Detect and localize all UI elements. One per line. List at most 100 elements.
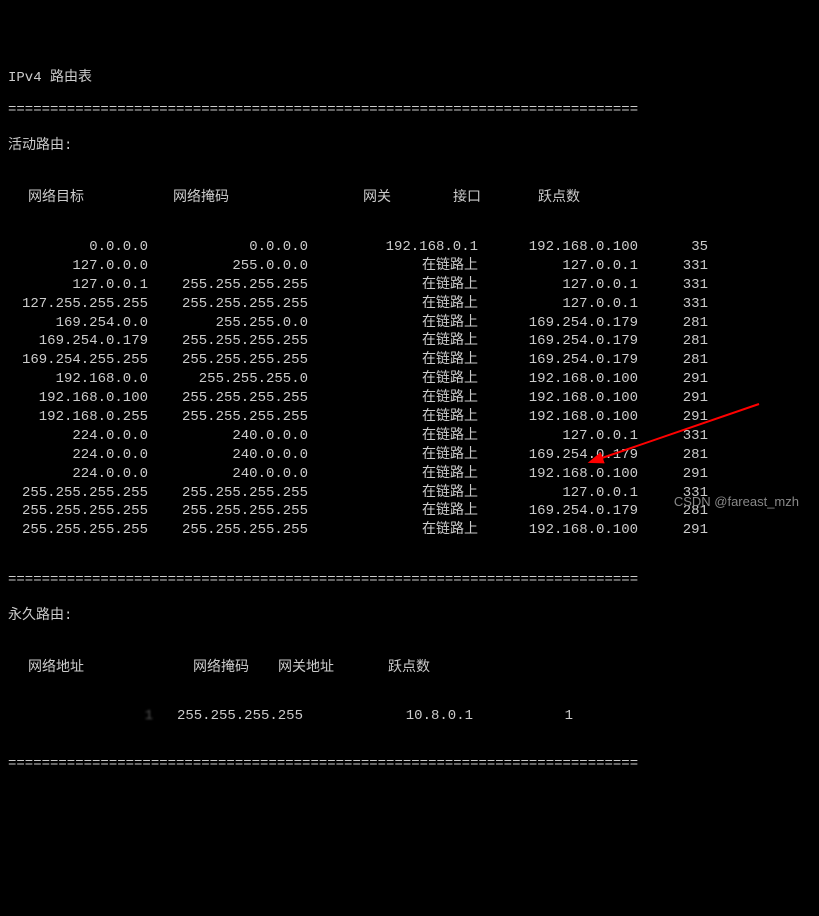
cell-gateway: 在链路上 — [308, 408, 478, 427]
cell-metric: 291 — [638, 370, 708, 389]
cell-gateway: 10.8.0.1 — [303, 708, 473, 724]
cell-interface: 127.0.0.1 — [478, 427, 638, 446]
cell-metric: 1 — [473, 708, 573, 724]
permanent-routes-label: 永久路由: — [8, 604, 811, 624]
cell-mask: 255.255.255.255 — [148, 351, 308, 370]
table-row: 255.255.255.255255.255.255.255在链路上192.16… — [8, 521, 811, 540]
table-row: 1255.255.255.25510.8.0.11 — [8, 708, 811, 724]
cell-dest: 192.168.0.100 — [8, 389, 148, 408]
cell-metric: 291 — [638, 465, 708, 484]
divider: ========================================… — [8, 572, 811, 588]
divider: ========================================… — [8, 102, 811, 118]
cell-metric: 331 — [638, 276, 708, 295]
cell-interface: 192.168.0.100 — [478, 521, 638, 540]
cell-metric: 331 — [638, 427, 708, 446]
cell-mask: 255.255.255.0 — [148, 370, 308, 389]
cell-dest: 169.254.0.0 — [8, 314, 148, 333]
cell-metric: 281 — [638, 446, 708, 465]
cell-dest: 224.0.0.0 — [8, 427, 148, 446]
permanent-routes-body: 1255.255.255.25510.8.0.11 — [8, 708, 811, 724]
cell-metric: 331 — [638, 257, 708, 276]
cell-dest: 192.168.0.255 — [8, 408, 148, 427]
cell-interface: 127.0.0.1 — [478, 276, 638, 295]
cell-mask: 240.0.0.0 — [148, 446, 308, 465]
cell-mask: 240.0.0.0 — [148, 465, 308, 484]
table-row: 127.255.255.255255.255.255.255在链路上127.0.… — [8, 295, 811, 314]
perm-header-gateway: 网关地址 — [278, 656, 378, 676]
cell-gateway: 在链路上 — [308, 276, 478, 295]
cell-gateway: 在链路上 — [308, 427, 478, 446]
cell-interface: 127.0.0.1 — [478, 257, 638, 276]
header-gateway: 网关 — [288, 186, 438, 206]
table-row: 169.254.0.0255.255.0.0在链路上169.254.0.1792… — [8, 314, 811, 333]
cell-interface: 127.0.0.1 — [478, 484, 638, 503]
cell-interface: 169.254.0.179 — [478, 314, 638, 333]
cell-gateway: 在链路上 — [308, 332, 478, 351]
header-metric: 跃点数 — [538, 186, 618, 206]
cell-dest: 224.0.0.0 — [8, 446, 148, 465]
cell-dest: 169.254.255.255 — [8, 351, 148, 370]
cell-dest: 127.0.0.0 — [8, 257, 148, 276]
table-row: 224.0.0.0240.0.0.0在链路上127.0.0.1331 — [8, 427, 811, 446]
active-routes-label: 活动路由: — [8, 134, 811, 154]
cell-metric: 331 — [638, 295, 708, 314]
perm-header-addr: 网络地址 — [8, 656, 108, 676]
cell-gateway: 192.168.0.1 — [308, 238, 478, 257]
cell-interface: 169.254.0.179 — [478, 332, 638, 351]
cell-gateway: 在链路上 — [308, 389, 478, 408]
cell-mask: 255.255.255.255 — [148, 295, 308, 314]
cell-dest: 255.255.255.255 — [8, 484, 148, 503]
table-row: 169.254.0.179255.255.255.255在链路上169.254.… — [8, 332, 811, 351]
cell-gateway: 在链路上 — [308, 521, 478, 540]
cell-mask: 255.255.0.0 — [148, 314, 308, 333]
cell-gateway: 在链路上 — [308, 314, 478, 333]
cell-dest: 169.254.0.179 — [8, 332, 148, 351]
cell-mask: 255.0.0.0 — [148, 257, 308, 276]
header-dest: 网络目标 — [8, 186, 88, 206]
cell-metric: 291 — [638, 408, 708, 427]
cell-metric: 281 — [638, 314, 708, 333]
table-row: 192.168.0.0255.255.255.0在链路上192.168.0.10… — [8, 370, 811, 389]
cell-gateway: 在链路上 — [308, 484, 478, 503]
cell-mask: 255.255.255.255 — [148, 389, 308, 408]
cell-mask: 255.255.255.255 — [148, 484, 308, 503]
cell-mask: 240.0.0.0 — [148, 427, 308, 446]
table-row: 224.0.0.0240.0.0.0在链路上169.254.0.179281 — [8, 446, 811, 465]
table-row: 127.0.0.1255.255.255.255在链路上127.0.0.1331 — [8, 276, 811, 295]
cell-mask: 255.255.255.255 — [148, 521, 308, 540]
cell-metric: 281 — [638, 351, 708, 370]
table-row: 0.0.0.00.0.0.0192.168.0.1192.168.0.10035 — [8, 238, 811, 257]
cell-metric: 291 — [638, 389, 708, 408]
cell-interface: 169.254.0.179 — [478, 446, 638, 465]
table-row: 192.168.0.255255.255.255.255在链路上192.168.… — [8, 408, 811, 427]
cell-gateway: 在链路上 — [308, 257, 478, 276]
table-row: 192.168.0.100255.255.255.255在链路上192.168.… — [8, 389, 811, 408]
cell-dest: 255.255.255.255 — [8, 521, 148, 540]
cell-addr: 1 — [8, 708, 153, 724]
perm-header-mask: 网络掩码 — [108, 656, 278, 676]
cell-interface: 192.168.0.100 — [478, 408, 638, 427]
header-interface: 接口 — [438, 186, 538, 206]
cell-gateway: 在链路上 — [308, 351, 478, 370]
header-mask: 网络掩码 — [88, 186, 288, 206]
cell-gateway: 在链路上 — [308, 370, 478, 389]
cell-metric: 281 — [638, 332, 708, 351]
cell-dest: 0.0.0.0 — [8, 238, 148, 257]
cell-dest: 192.168.0.0 — [8, 370, 148, 389]
table-row: 127.0.0.0255.0.0.0在链路上127.0.0.1331 — [8, 257, 811, 276]
perm-header-metric: 跃点数 — [378, 656, 458, 676]
cell-gateway: 在链路上 — [308, 446, 478, 465]
divider: ========================================… — [8, 756, 811, 772]
cell-mask: 255.255.255.255 — [148, 332, 308, 351]
cell-mask: 0.0.0.0 — [148, 238, 308, 257]
cell-interface: 192.168.0.100 — [478, 465, 638, 484]
cell-gateway: 在链路上 — [308, 295, 478, 314]
cell-interface: 192.168.0.100 — [478, 370, 638, 389]
cell-interface: 127.0.0.1 — [478, 295, 638, 314]
cell-dest: 127.255.255.255 — [8, 295, 148, 314]
table-row: 224.0.0.0240.0.0.0在链路上192.168.0.100291 — [8, 465, 811, 484]
cell-mask: 255.255.255.255 — [148, 276, 308, 295]
cell-interface: 192.168.0.100 — [478, 238, 638, 257]
cell-dest: 127.0.0.1 — [8, 276, 148, 295]
cell-interface: 169.254.0.179 — [478, 351, 638, 370]
